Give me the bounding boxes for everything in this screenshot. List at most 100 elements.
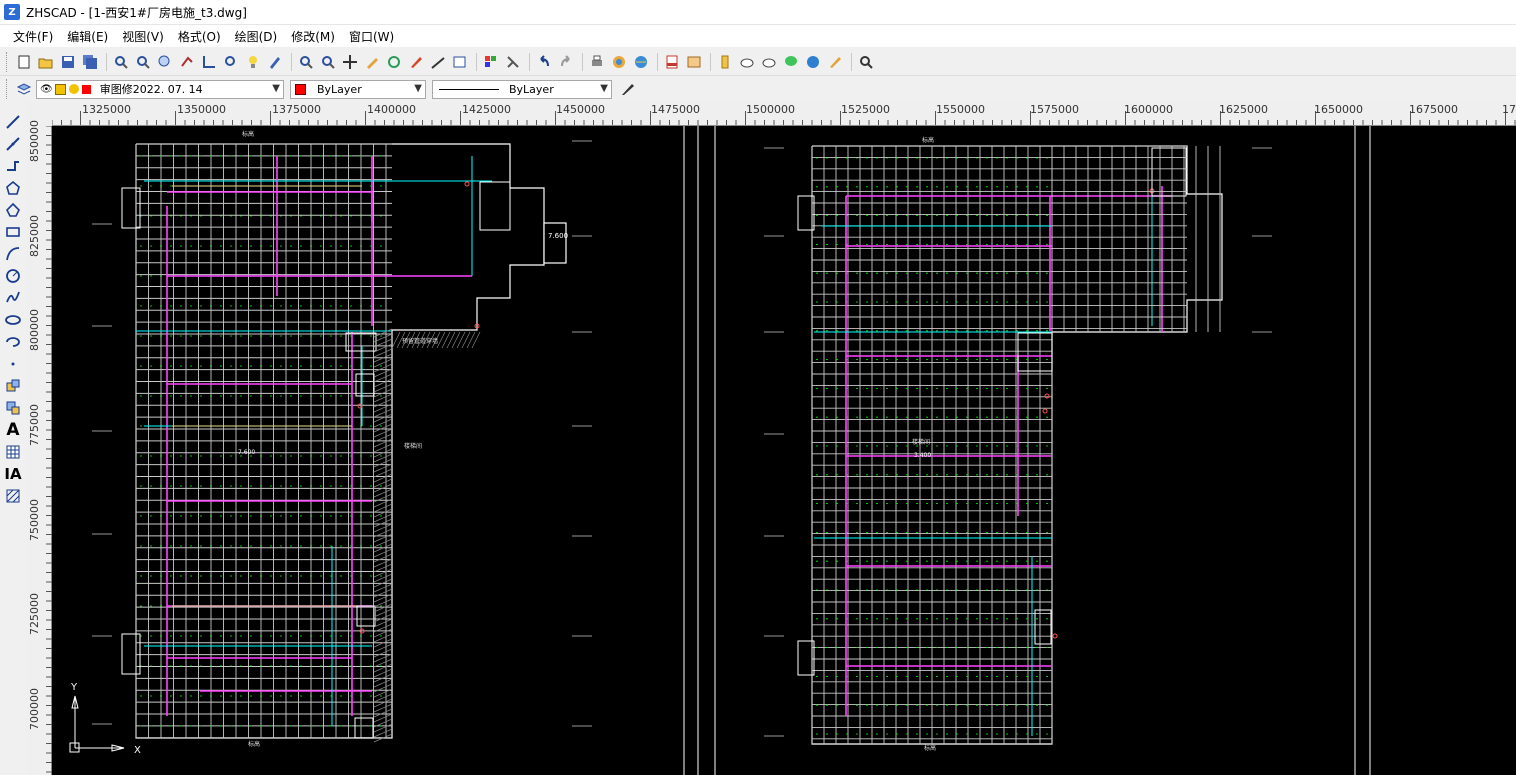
- line-icon[interactable]: [3, 112, 23, 132]
- chevron-down-icon[interactable]: ▼: [272, 83, 280, 94]
- zoom-out-icon[interactable]: [318, 53, 337, 72]
- text-icon[interactable]: A: [3, 420, 23, 440]
- layer-combo[interactable]: 👁 审图修2022. 07. 14 ▼: [36, 79, 284, 99]
- comment-icon[interactable]: [781, 53, 800, 72]
- chevron-down-icon[interactable]: ▼: [600, 83, 608, 94]
- zoom-realtime-icon[interactable]: [111, 53, 130, 72]
- right-floor-plan[interactable]: [764, 145, 1272, 745]
- menu-window[interactable]: 窗口(W): [344, 26, 399, 47]
- cad-drawing[interactable]: 7.600 标高 预留管道穿墙 楼梯间 7.600 标高 楼梯间 3.400 标…: [52, 126, 1516, 775]
- hatch-line: [373, 563, 393, 573]
- window-title: ZHSCAD - [1-西安1#厂房电施_t3.dwg]: [26, 5, 247, 20]
- hatch-line: [373, 488, 393, 498]
- xline-icon[interactable]: [3, 134, 23, 154]
- drawing-canvas[interactable]: 7.600 标高 预留管道穿墙 楼梯间 7.600 标高 楼梯间 3.400 标…: [52, 126, 1516, 775]
- hatch-line: [373, 558, 393, 568]
- menu-modify[interactable]: 修改(M): [286, 26, 340, 47]
- menu-file[interactable]: 文件(F): [8, 26, 58, 47]
- render-icon[interactable]: [609, 53, 628, 72]
- h-ruler-label: 170: [1502, 103, 1516, 116]
- hatch-line: [373, 693, 393, 703]
- open-icon[interactable]: [36, 53, 55, 72]
- line-icon[interactable]: [428, 53, 447, 72]
- pentagon-icon[interactable]: [3, 200, 23, 220]
- left-plan-note: 预留管道穿墙: [402, 337, 438, 345]
- print-icon[interactable]: [587, 53, 606, 72]
- light-icon[interactable]: [243, 53, 262, 72]
- color-combo[interactable]: ByLayer ▼: [290, 79, 426, 99]
- menu-bar: 文件(F) 编辑(E) 视图(V) 格式(O) 绘图(D) 修改(M) 窗口(W…: [0, 25, 1516, 47]
- brush-icon[interactable]: [406, 53, 425, 72]
- properties-toolbar: 👁 审图修2022. 07. 14 ▼ ByLayer ▼ ByLayer ▼: [0, 77, 1516, 101]
- rotate-icon[interactable]: [384, 53, 403, 72]
- insert-icon[interactable]: [3, 398, 23, 418]
- layer-manager-icon[interactable]: [14, 80, 33, 99]
- save-all-icon[interactable]: [80, 53, 99, 72]
- h-ruler-label: 1350000: [177, 103, 226, 116]
- menu-edit[interactable]: 编辑(E): [62, 26, 113, 47]
- polyline-icon[interactable]: [3, 156, 23, 176]
- pick-icon[interactable]: [503, 53, 522, 72]
- linetype-combo[interactable]: ByLayer ▼: [432, 79, 612, 99]
- point-icon[interactable]: [3, 354, 23, 374]
- zoom-prev-icon[interactable]: [221, 53, 240, 72]
- pencil-icon[interactable]: [362, 53, 381, 72]
- v-ruler-label: 750000: [28, 499, 41, 541]
- menu-draw[interactable]: 绘图(D): [230, 26, 283, 47]
- toolbar-grip[interactable]: [6, 79, 10, 99]
- table-icon[interactable]: [3, 442, 23, 462]
- spline-icon[interactable]: [3, 288, 23, 308]
- cloud2-icon[interactable]: [759, 53, 778, 72]
- menu-view[interactable]: 视图(V): [117, 26, 169, 47]
- hatch-line: [373, 538, 393, 548]
- zoom-extents-icon[interactable]: [155, 53, 174, 72]
- hatch-line: [373, 548, 393, 558]
- polygon-icon[interactable]: [3, 178, 23, 198]
- help-icon[interactable]: [803, 53, 822, 72]
- ellipse-arc-icon[interactable]: [3, 332, 23, 352]
- circle-icon[interactable]: [3, 266, 23, 286]
- measure-icon[interactable]: [199, 53, 218, 72]
- arc-icon[interactable]: [3, 244, 23, 264]
- rectangle-icon[interactable]: [3, 222, 23, 242]
- left-plan-bottom-label: 标高: [248, 740, 260, 748]
- find-icon[interactable]: [856, 53, 875, 72]
- h-ruler-label: 1600000: [1124, 103, 1173, 116]
- layer-icon[interactable]: [715, 53, 734, 72]
- chevron-down-icon[interactable]: ▼: [414, 83, 422, 94]
- hatch-icon[interactable]: [3, 486, 23, 506]
- export-icon[interactable]: [450, 53, 469, 72]
- block-icon[interactable]: [3, 376, 23, 396]
- move-icon[interactable]: [340, 53, 359, 72]
- bulb-icon: [68, 84, 79, 94]
- horizontal-ruler: 1325000 1350000 1375000 1400000 1425000 …: [52, 101, 1516, 126]
- stair-box: [1017, 332, 1053, 372]
- hatch-line: [373, 333, 393, 343]
- toolbar-grip[interactable]: [6, 52, 10, 72]
- hatch-line: [373, 613, 393, 623]
- edit-icon[interactable]: [825, 53, 844, 72]
- paint-icon[interactable]: [265, 53, 284, 72]
- image-icon[interactable]: [684, 53, 703, 72]
- hatch-line: [373, 523, 393, 533]
- cloud-icon[interactable]: [737, 53, 756, 72]
- mtext-icon[interactable]: IA: [3, 464, 23, 484]
- palette-icon[interactable]: [481, 53, 500, 72]
- menu-format[interactable]: 格式(O): [173, 26, 226, 47]
- undo-icon[interactable]: [534, 53, 553, 72]
- match-properties-icon[interactable]: [618, 80, 637, 99]
- v-ruler-label: 825000: [28, 215, 41, 257]
- right-plan-level: 3.400: [914, 452, 931, 459]
- pdf-icon[interactable]: [662, 53, 681, 72]
- hatch-line: [373, 368, 393, 378]
- globe-icon[interactable]: [631, 53, 650, 72]
- ellipse-icon[interactable]: [3, 310, 23, 330]
- save-icon[interactable]: [58, 53, 77, 72]
- toolbar-separator: [851, 53, 852, 71]
- zoom-window-icon[interactable]: [133, 53, 152, 72]
- zoom-in-icon[interactable]: [296, 53, 315, 72]
- left-floor-plan[interactable]: [92, 140, 592, 743]
- new-icon[interactable]: [14, 53, 33, 72]
- redo-icon[interactable]: [556, 53, 575, 72]
- pan-icon[interactable]: [177, 53, 196, 72]
